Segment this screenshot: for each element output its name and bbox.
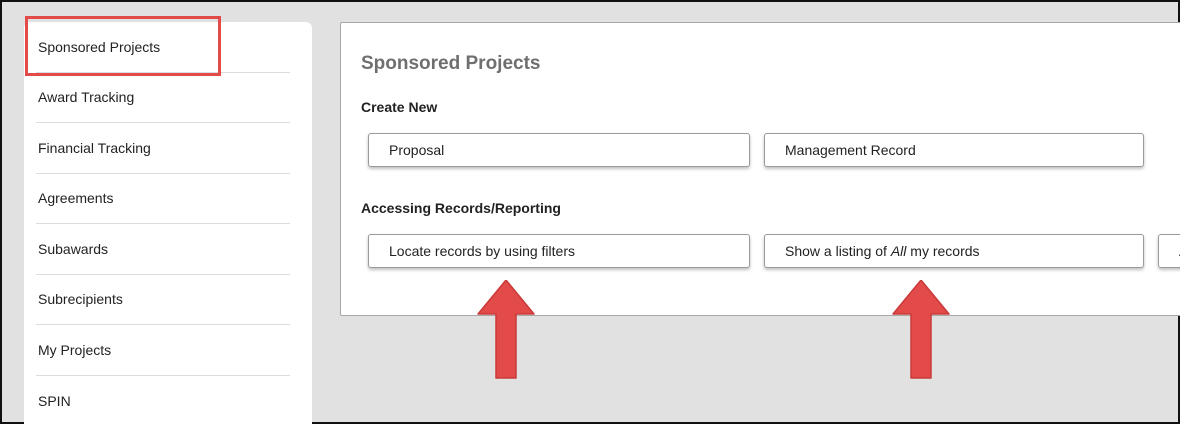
sidebar-item-subrecipients[interactable]: Subrecipients <box>36 275 290 325</box>
arrow-up-icon <box>892 280 950 379</box>
accessing-records-heading: Accessing Records/Reporting <box>361 200 561 216</box>
sidebar-item-label: Financial Tracking <box>38 139 151 156</box>
sidebar-item-label: Sponsored Projects <box>38 38 161 55</box>
sidebar-item-label: SPIN <box>38 392 71 409</box>
show-listing-emphasis: All <box>890 243 907 259</box>
sidebar-item-financial-tracking[interactable]: Financial Tracking <box>36 123 290 174</box>
sidebar-item-spin[interactable]: SPIN <box>36 376 290 424</box>
show-all-records-button[interactable]: Show a listing of All my records <box>764 234 1144 268</box>
sidebar-item-sponsored-projects[interactable]: Sponsored Projects <box>25 16 290 76</box>
management-record-button[interactable]: Management Record <box>764 133 1144 167</box>
create-new-heading: Create New <box>361 99 438 115</box>
sidebar-item-subawards[interactable]: Subawards <box>36 224 290 275</box>
sidebar-item-label: Award Tracking <box>38 89 135 106</box>
partial-button[interactable]: A <box>1158 234 1180 268</box>
locate-records-button[interactable]: Locate records by using filters <box>368 234 750 268</box>
sidebar-item-award-tracking[interactable]: Award Tracking <box>36 73 290 123</box>
sidebar-item-agreements[interactable]: Agreements <box>36 174 290 224</box>
sidebar-item-label: Subrecipients <box>38 291 123 308</box>
arrow-up-icon <box>477 280 535 379</box>
sidebar: Sponsored Projects Award Tracking Financ… <box>24 16 312 424</box>
show-listing-suffix: my records <box>906 243 980 259</box>
sidebar-item-label: Subawards <box>38 240 109 257</box>
proposal-button[interactable]: Proposal <box>368 133 750 167</box>
sidebar-item-label: My Projects <box>38 341 112 358</box>
show-listing-prefix: Show a listing of <box>785 243 891 259</box>
sidebar-item-my-projects[interactable]: My Projects <box>36 325 290 376</box>
main-panel: Sponsored Projects Create New Proposal M… <box>340 22 1180 316</box>
page-title: Sponsored Projects <box>361 53 541 74</box>
sidebar-item-label: Agreements <box>38 190 114 207</box>
